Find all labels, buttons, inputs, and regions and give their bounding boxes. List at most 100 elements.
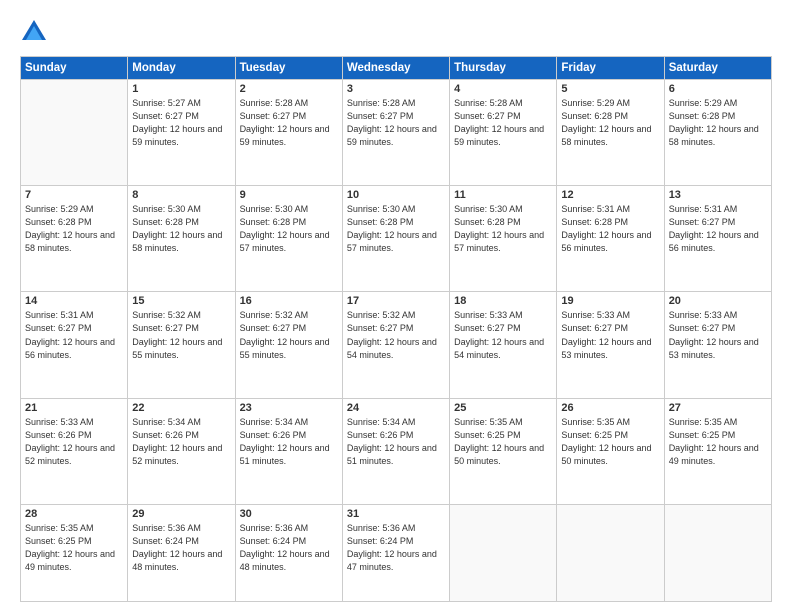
day-number: 24 (347, 402, 445, 414)
day-info: Sunrise: 5:28 AMSunset: 6:27 PMDaylight:… (347, 97, 445, 149)
day-info: Sunrise: 5:31 AMSunset: 6:27 PMDaylight:… (669, 203, 767, 255)
calendar-cell (21, 80, 128, 186)
calendar-cell (664, 504, 771, 601)
calendar-cell: 21 Sunrise: 5:33 AMSunset: 6:26 PMDayligh… (21, 398, 128, 504)
day-info: Sunrise: 5:27 AMSunset: 6:27 PMDaylight:… (132, 97, 230, 149)
col-header-saturday: Saturday (664, 57, 771, 80)
calendar-cell: 28 Sunrise: 5:35 AMSunset: 6:25 PMDayligh… (21, 504, 128, 601)
calendar-cell: 4Sunrise: 5:28 AMSunset: 6:27 PMDaylight… (450, 80, 557, 186)
day-number: 27 (669, 402, 767, 414)
calendar-cell: 19 Sunrise: 5:33 AMSunset: 6:27 PMDayligh… (557, 292, 664, 398)
col-header-friday: Friday (557, 57, 664, 80)
day-info: Sunrise: 5:28 AMSunset: 6:27 PMDaylight:… (240, 97, 338, 149)
day-info: Sunrise: 5:30 AMSunset: 6:28 PMDaylight:… (454, 203, 552, 255)
day-info: Sunrise: 5:32 AMSunset: 6:27 PMDaylight:… (240, 309, 338, 361)
calendar-cell: 1Sunrise: 5:27 AMSunset: 6:27 PMDaylight… (128, 80, 235, 186)
calendar-cell (450, 504, 557, 601)
day-info: Sunrise: 5:32 AMSunset: 6:27 PMDaylight:… (132, 309, 230, 361)
calendar-cell: 29 Sunrise: 5:36 AMSunset: 6:24 PMDayligh… (128, 504, 235, 601)
calendar-cell: 16 Sunrise: 5:32 AMSunset: 6:27 PMDayligh… (235, 292, 342, 398)
day-info: Sunrise: 5:35 AMSunset: 6:25 PMDaylight:… (454, 416, 552, 468)
day-number: 7 (25, 189, 123, 201)
day-info: Sunrise: 5:33 AMSunset: 6:26 PMDaylight:… (25, 416, 123, 468)
day-info: Sunrise: 5:34 AMSunset: 6:26 PMDaylight:… (347, 416, 445, 468)
day-info: Sunrise: 5:33 AMSunset: 6:27 PMDaylight:… (454, 309, 552, 361)
calendar-cell: 10 Sunrise: 5:30 AMSunset: 6:28 PMDayligh… (342, 186, 449, 292)
calendar-cell: 20 Sunrise: 5:33 AMSunset: 6:27 PMDayligh… (664, 292, 771, 398)
day-number: 28 (25, 508, 123, 520)
calendar-cell (557, 504, 664, 601)
day-info: Sunrise: 5:31 AMSunset: 6:28 PMDaylight:… (561, 203, 659, 255)
day-info: Sunrise: 5:30 AMSunset: 6:28 PMDaylight:… (347, 203, 445, 255)
day-info: Sunrise: 5:33 AMSunset: 6:27 PMDaylight:… (669, 309, 767, 361)
day-number: 4 (454, 83, 552, 95)
calendar-cell: 12 Sunrise: 5:31 AMSunset: 6:28 PMDayligh… (557, 186, 664, 292)
day-number: 10 (347, 189, 445, 201)
calendar-cell: 7 Sunrise: 5:29 AMSunset: 6:28 PMDaylight… (21, 186, 128, 292)
day-number: 17 (347, 295, 445, 307)
col-header-wednesday: Wednesday (342, 57, 449, 80)
day-info: Sunrise: 5:36 AMSunset: 6:24 PMDaylight:… (132, 522, 230, 574)
calendar-cell: 14 Sunrise: 5:31 AMSunset: 6:27 PMDayligh… (21, 292, 128, 398)
day-number: 19 (561, 295, 659, 307)
day-number: 29 (132, 508, 230, 520)
calendar-cell: 17 Sunrise: 5:32 AMSunset: 6:27 PMDayligh… (342, 292, 449, 398)
day-info: Sunrise: 5:35 AMSunset: 6:25 PMDaylight:… (561, 416, 659, 468)
day-info: Sunrise: 5:31 AMSunset: 6:27 PMDaylight:… (25, 309, 123, 361)
calendar-cell: 11 Sunrise: 5:30 AMSunset: 6:28 PMDayligh… (450, 186, 557, 292)
day-number: 2 (240, 83, 338, 95)
day-number: 31 (347, 508, 445, 520)
day-info: Sunrise: 5:29 AMSunset: 6:28 PMDaylight:… (25, 203, 123, 255)
day-number: 18 (454, 295, 552, 307)
day-info: Sunrise: 5:34 AMSunset: 6:26 PMDaylight:… (132, 416, 230, 468)
day-info: Sunrise: 5:32 AMSunset: 6:27 PMDaylight:… (347, 309, 445, 361)
calendar-cell: 13 Sunrise: 5:31 AMSunset: 6:27 PMDayligh… (664, 186, 771, 292)
calendar-cell: 18 Sunrise: 5:33 AMSunset: 6:27 PMDayligh… (450, 292, 557, 398)
calendar-cell: 9 Sunrise: 5:30 AMSunset: 6:28 PMDaylight… (235, 186, 342, 292)
day-number: 21 (25, 402, 123, 414)
day-info: Sunrise: 5:30 AMSunset: 6:28 PMDaylight:… (132, 203, 230, 255)
logo (20, 18, 54, 46)
day-info: Sunrise: 5:33 AMSunset: 6:27 PMDaylight:… (561, 309, 659, 361)
day-number: 9 (240, 189, 338, 201)
calendar-cell: 2 Sunrise: 5:28 AMSunset: 6:27 PMDaylight… (235, 80, 342, 186)
day-number: 30 (240, 508, 338, 520)
calendar-cell: 6 Sunrise: 5:29 AMSunset: 6:28 PMDaylight… (664, 80, 771, 186)
day-number: 20 (669, 295, 767, 307)
calendar-cell: 25Sunrise: 5:35 AMSunset: 6:25 PMDayligh… (450, 398, 557, 504)
day-number: 6 (669, 83, 767, 95)
col-header-thursday: Thursday (450, 57, 557, 80)
header (20, 18, 772, 46)
col-header-monday: Monday (128, 57, 235, 80)
day-number: 26 (561, 402, 659, 414)
calendar-cell: 23 Sunrise: 5:34 AMSunset: 6:26 PMDayligh… (235, 398, 342, 504)
calendar-cell: 8 Sunrise: 5:30 AMSunset: 6:28 PMDaylight… (128, 186, 235, 292)
calendar-cell: 24 Sunrise: 5:34 AMSunset: 6:26 PMDayligh… (342, 398, 449, 504)
day-info: Sunrise: 5:35 AMSunset: 6:25 PMDaylight:… (669, 416, 767, 468)
day-number: 8 (132, 189, 230, 201)
day-number: 11 (454, 189, 552, 201)
day-number: 14 (25, 295, 123, 307)
day-number: 23 (240, 402, 338, 414)
day-number: 13 (669, 189, 767, 201)
day-number: 22 (132, 402, 230, 414)
day-info: Sunrise: 5:34 AMSunset: 6:26 PMDaylight:… (240, 416, 338, 468)
calendar-cell: 3 Sunrise: 5:28 AMSunset: 6:27 PMDaylight… (342, 80, 449, 186)
day-info: Sunrise: 5:36 AMSunset: 6:24 PMDaylight:… (347, 522, 445, 574)
col-header-sunday: Sunday (21, 57, 128, 80)
calendar-cell: 26 Sunrise: 5:35 AMSunset: 6:25 PMDayligh… (557, 398, 664, 504)
day-number: 12 (561, 189, 659, 201)
day-number: 5 (561, 83, 659, 95)
logo-icon (20, 18, 48, 46)
day-info: Sunrise: 5:30 AMSunset: 6:28 PMDaylight:… (240, 203, 338, 255)
day-number: 16 (240, 295, 338, 307)
day-info: Sunrise: 5:29 AMSunset: 6:28 PMDaylight:… (669, 97, 767, 149)
day-info: Sunrise: 5:35 AMSunset: 6:25 PMDaylight:… (25, 522, 123, 574)
day-info: Sunrise: 5:36 AMSunset: 6:24 PMDaylight:… (240, 522, 338, 574)
calendar-cell: 27 Sunrise: 5:35 AMSunset: 6:25 PMDayligh… (664, 398, 771, 504)
day-number: 3 (347, 83, 445, 95)
calendar: SundayMondayTuesdayWednesdayThursdayFrid… (20, 56, 772, 602)
calendar-cell: 30 Sunrise: 5:36 AMSunset: 6:24 PMDayligh… (235, 504, 342, 601)
calendar-cell: 31 Sunrise: 5:36 AMSunset: 6:24 PMDayligh… (342, 504, 449, 601)
calendar-cell: 5Sunrise: 5:29 AMSunset: 6:28 PMDaylight… (557, 80, 664, 186)
